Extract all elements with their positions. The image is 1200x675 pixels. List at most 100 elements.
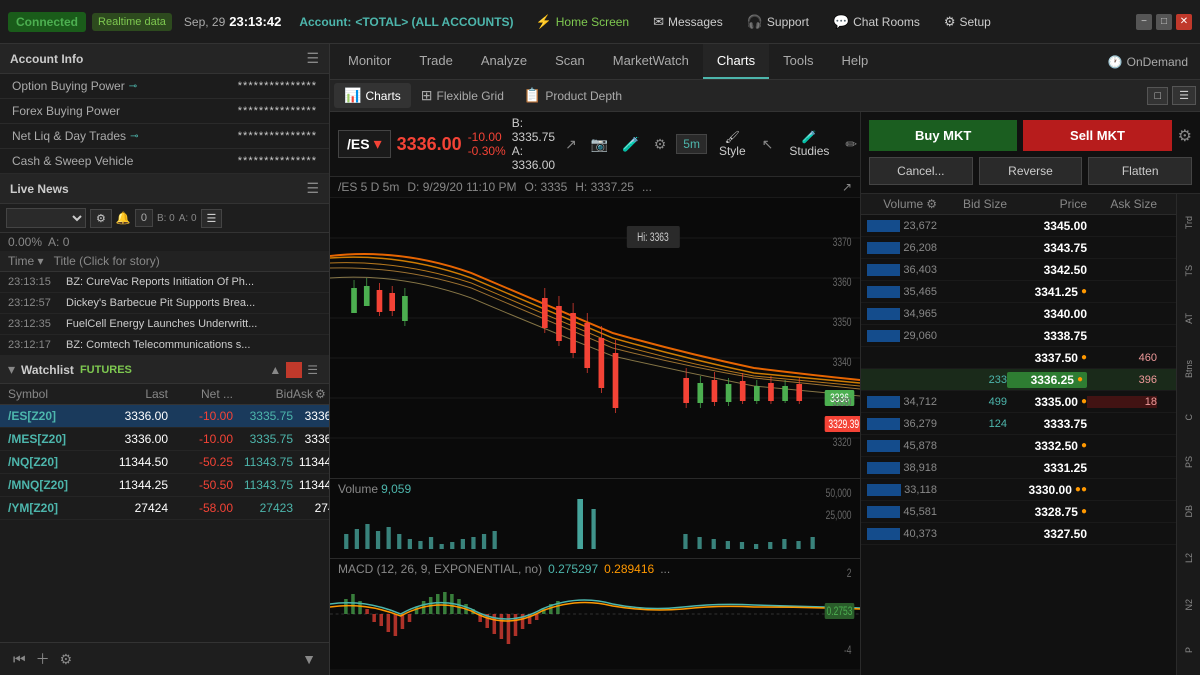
sub-tab-right: □ ☰ [1147,86,1196,105]
sub-tab-charts[interactable]: 📊 Charts [334,83,411,108]
news-list-item[interactable]: 23:12:17 BZ: Comtech Telecommunications … [0,335,329,356]
tab-marketwatch[interactable]: MarketWatch [599,44,703,79]
tab-trade[interactable]: Trade [405,44,466,79]
sub-tab-product-depth[interactable]: 📋 Product Depth [514,83,632,108]
close-btn[interactable]: ✕ [1176,14,1192,30]
tab-monitor[interactable]: Monitor [334,44,405,79]
news-list-btn[interactable]: ☰ [201,209,223,228]
watchlist-ask: 3336.00 [293,432,329,446]
chart-canvas-area[interactable]: Hi: 3363 [330,198,860,478]
setup-btn[interactable]: ⚙ Setup [934,10,1001,34]
tab-help[interactable]: Help [827,44,882,79]
watchlist-row[interactable]: /MES[Z20] 3336.00 -10.00 3335.75 3336.00 [0,428,329,451]
chart-list-btn[interactable]: ☰ [1172,86,1196,105]
support-btn[interactable]: 🎧 Support [737,10,819,34]
ohlc-symbol: /ES 5 D 5m [338,180,399,194]
ladder-row[interactable]: 29,060 3338.75 [861,325,1176,347]
order-gear-btn[interactable]: ⚙ [1178,126,1192,146]
ladder-row[interactable]: 36,279 124 3333.75 [861,413,1176,435]
watchlist-collapse-icon[interactable]: ▾ [8,361,15,378]
ladder-row[interactable]: 35,465 3341.25● [861,281,1176,303]
watchlist-row[interactable]: /NQ[Z20] 11344.50 -50.25 11343.75 11344.… [0,451,329,474]
symbol-selector[interactable]: /ES ▾ [338,130,391,158]
ladder-row[interactable]: 40,373 3327.50 [861,523,1176,545]
minimize-btn[interactable]: − [1136,14,1152,30]
side-label-n2[interactable]: N2 [1184,595,1194,615]
ladder-row[interactable]: 23,672 3345.00 [861,215,1176,237]
camera-btn[interactable]: 📷 [587,134,612,155]
news-list-item[interactable]: 23:13:15 BZ: CureVac Reports Initiation … [0,272,329,293]
buy-mkt-btn[interactable]: Buy MKT [869,120,1017,151]
ladder-row[interactable]: 26,208 3343.75 [861,237,1176,259]
side-label-at[interactable]: AT [1184,309,1194,328]
ladder-row[interactable]: 3337.50● 460 [861,347,1176,369]
ladder-bid-size: 233 [937,374,1007,386]
wl-settings-btn[interactable]: ☰ [304,362,321,378]
maximize-btn[interactable]: □ [1156,14,1172,30]
macd-label: MACD (12, 26, 9, EXPONENTIAL, no) 0.2752… [338,562,670,576]
ladder-settings-icon[interactable]: ⚙ [926,197,937,211]
ondemand-btn[interactable]: 🕐 OnDemand [1100,51,1196,73]
sidebar-gear-btn[interactable]: ⚙ [55,649,78,670]
ladder-row[interactable]: 34,712 499 3335.00● 18 [861,391,1176,413]
side-label-db[interactable]: DB [1184,501,1194,522]
news-gear-btn[interactable]: ⚙ [90,209,112,228]
home-screen-btn[interactable]: ⚡ Home Screen [526,10,640,34]
sidebar-prev-btn[interactable]: ⏮ [8,649,31,670]
watchlist-row[interactable]: /YM[Z20] 27424 -58.00 27423 27425 [0,497,329,520]
share-btn[interactable]: ↗ [561,134,581,155]
ladder-row[interactable]: 34,965 3340.00 [861,303,1176,325]
side-label-trd[interactable]: Trd [1184,212,1194,233]
side-label-ps[interactable]: PS [1184,452,1194,472]
side-label-ts[interactable]: TS [1184,261,1194,281]
news-list-item[interactable]: 23:12:57 Dickey's Barbecue Pit Supports … [0,293,329,314]
svg-text:2: 2 [847,568,852,581]
tab-analyze[interactable]: Analyze [467,44,541,79]
news-filter-select[interactable] [6,208,86,228]
timeframe-btn[interactable]: 5m [676,134,707,154]
news-list-item[interactable]: 23:12:35 FuelCell Energy Launches Underw… [0,314,329,335]
studies-btn[interactable]: 🧪 Studies [783,128,835,160]
watchlist-last: 11344.50 [98,455,168,469]
ladder-row[interactable]: 33,118 3330.00●● [861,479,1176,501]
watchlist-ask: 11344.25 [293,455,329,469]
ladder-col-ask-size: Ask Size [1087,197,1157,211]
messages-btn[interactable]: ✉ Messages [643,10,733,34]
tab-tools[interactable]: Tools [769,44,827,79]
chart-layout-btn[interactable]: □ [1147,87,1168,105]
cursor-btn[interactable]: ↖ [758,134,778,155]
tab-charts[interactable]: Charts [703,44,769,79]
style-btn[interactable]: 🖌 Style [713,128,752,160]
reverse-btn[interactable]: Reverse [979,157,1083,185]
ladder-row[interactable]: 38,918 3331.25 [861,457,1176,479]
watchlist-row[interactable]: /MNQ[Z20] 11344.25 -50.50 11343.75 11344… [0,474,329,497]
side-label-l2[interactable]: L2 [1184,549,1194,567]
sidebar-down-btn[interactable]: ▼ [297,649,321,669]
ladder-row[interactable]: 45,878 3332.50● [861,435,1176,457]
col-settings-icon[interactable]: ⚙ [315,387,326,401]
wl-up-btn[interactable]: ▲ [266,362,284,378]
account-row-option: Option Buying Power⊸ *************** [0,74,329,99]
account-info-header[interactable]: Account Info ☰ [0,44,329,74]
depth-icon: 📋 [524,87,541,104]
cancel-btn[interactable]: Cancel... [869,157,973,185]
chat-rooms-btn[interactable]: 💬 Chat Rooms [823,10,930,34]
draw-btn[interactable]: ✏ [841,134,860,155]
live-news-header[interactable]: Live News ☰ [0,174,329,204]
sidebar-add-btn[interactable]: ＋ [31,647,55,671]
ladder-row[interactable]: 45,581 3328.75● [861,501,1176,523]
sell-mkt-btn[interactable]: Sell MKT [1023,120,1171,151]
flask-btn[interactable]: 🧪 [618,134,643,155]
flatten-btn[interactable]: Flatten [1088,157,1192,185]
side-label-btns[interactable]: Btns [1184,356,1194,382]
ladder-row[interactable]: 36,403 3342.50 [861,259,1176,281]
volume-label: Volume 9,059 [338,482,411,496]
option-buying-power-label: Option Buying Power⊸ [12,79,137,93]
watchlist-row[interactable]: /ES[Z20] 3336.00 -10.00 3335.75 3336.00 [0,405,329,428]
ladder-row[interactable]: 233 3336.25● 396 [861,369,1176,391]
side-label-c[interactable]: C [1184,410,1194,425]
chart-settings-btn[interactable]: ⚙ [650,134,671,155]
sub-tab-flexible-grid[interactable]: ⊞ Flexible Grid [411,83,514,108]
tab-scan[interactable]: Scan [541,44,599,79]
side-label-p[interactable]: P [1184,643,1194,657]
